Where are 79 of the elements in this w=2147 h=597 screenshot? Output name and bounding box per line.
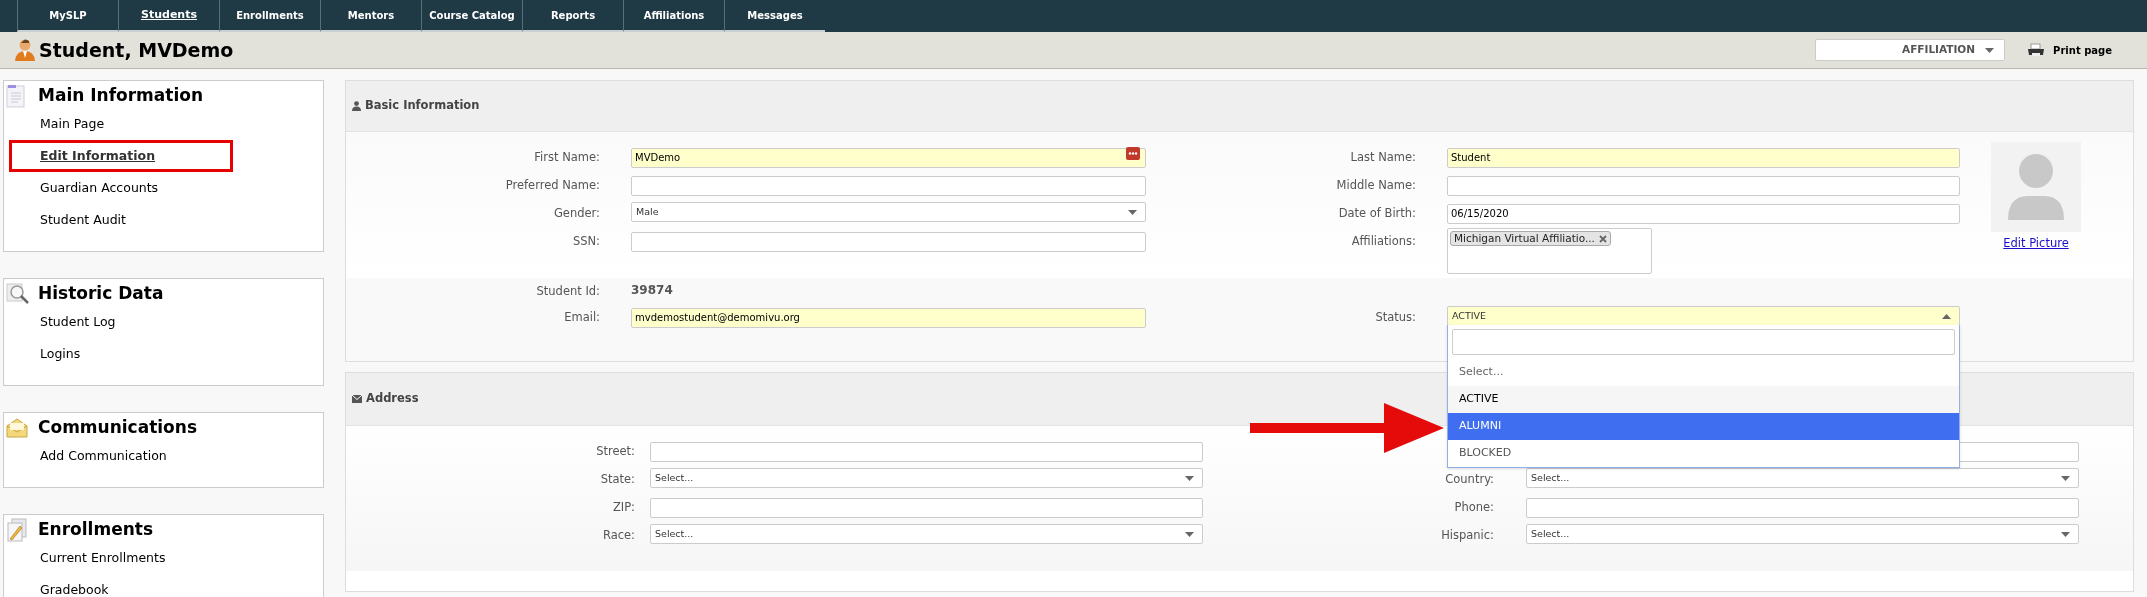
field-label: Middle Name: (1336, 178, 1416, 192)
field-label: SSN: (572, 234, 600, 248)
printer-icon (2027, 43, 2046, 57)
text-field[interactable] (631, 231, 1146, 252)
field-label: Status: (1375, 310, 1416, 324)
affiliation-tag[interactable]: Michigan Virtual Affiliatio... (1450, 231, 1611, 246)
field-label: Last Name: (1350, 150, 1416, 164)
field-label: Email: (564, 310, 600, 324)
envelope-icon (352, 395, 362, 403)
caret-icon (1985, 47, 1995, 53)
text-field[interactable]: Student (1447, 147, 1960, 168)
field-label: Date of Birth: (1338, 206, 1416, 220)
affiliation-dropdown[interactable]: AFFILIATION (1815, 39, 2006, 61)
sidebar-link[interactable]: Student Log (9, 306, 233, 338)
text-field[interactable] (1526, 497, 2079, 518)
field-label: Preferred Name: (505, 178, 600, 192)
dropdown-field[interactable]: ACTIVE (1447, 306, 1960, 326)
dropdown-option[interactable]: BLOCKED (1448, 440, 1959, 467)
sidebar-link[interactable]: Edit Information (9, 140, 233, 172)
person-icon (14, 38, 36, 62)
dropdown-field[interactable]: Male (631, 202, 1146, 222)
user-icon (352, 101, 361, 111)
dropdown-option[interactable]: ALUMNI (1448, 413, 1959, 440)
text-field[interactable] (650, 441, 1203, 462)
field-label: Country: (1445, 472, 1494, 486)
field-label: First Name: (534, 150, 600, 164)
section-heading: Communications (38, 416, 198, 440)
text-field[interactable]: 06/15/2020 (1447, 203, 1960, 224)
affiliations-field[interactable]: Michigan Virtual Affiliatio... (1447, 228, 1652, 274)
field-label: Gender: (553, 206, 600, 220)
caret-icon (1185, 475, 1194, 481)
section-heading: Historic Data (38, 282, 164, 306)
field-label: Student Id: (536, 284, 600, 298)
dots-icon[interactable] (1126, 147, 1140, 160)
search-icon (6, 282, 30, 306)
field-label: State: (600, 472, 635, 486)
search-field[interactable] (1452, 329, 1955, 355)
text-field[interactable] (650, 497, 1203, 518)
panel-title: Address (366, 390, 419, 408)
caret-icon (1185, 531, 1194, 537)
envelope-icon (6, 417, 28, 439)
dropdown-field[interactable]: Select... (1526, 524, 2079, 544)
sidebar-link[interactable]: Student Audit (9, 204, 233, 236)
field-label: Race: (602, 528, 635, 542)
dropdown-field[interactable]: Select... (650, 524, 1203, 544)
sidebar-link[interactable]: Logins (9, 338, 233, 370)
sidebar-link[interactable]: Guardian Accounts (9, 172, 233, 204)
edit-document-icon (6, 518, 28, 542)
field-label: ZIP: (612, 500, 635, 514)
edit-picture-link[interactable]: Edit Picture (2003, 235, 2069, 253)
print-button[interactable]: Print page (2027, 42, 2112, 58)
field-label: Phone: (1454, 500, 1494, 514)
document-icon (6, 84, 26, 108)
section-heading: Main Information (38, 84, 204, 108)
sidebar-link[interactable]: Add Communication (9, 440, 233, 472)
caret-icon (2061, 531, 2070, 537)
caret-icon (2061, 475, 2070, 481)
text-field[interactable] (631, 175, 1146, 196)
page-title: Student, MVDemo (39, 37, 234, 63)
text-field[interactable]: mvdemostudent@demomivu.org (631, 307, 1146, 328)
dropdown-option[interactable]: ACTIVE (1448, 386, 1959, 413)
sidebar-link[interactable]: Gradebook (9, 574, 233, 597)
student-id-value: 39874 (631, 282, 673, 299)
close-icon[interactable] (1598, 234, 1607, 243)
avatar-icon (2008, 154, 2064, 220)
field-label: Street: (596, 444, 635, 458)
sidebar-link[interactable]: Main Page (9, 108, 233, 140)
field-label: Hispanic: (1441, 528, 1494, 542)
dropdown-field[interactable]: Select... (1526, 468, 2079, 488)
caret-icon (1942, 313, 1951, 319)
dropdown-field[interactable]: Select... (650, 468, 1203, 488)
text-field[interactable]: MVDemo (631, 147, 1146, 168)
field-label: Affiliations: (1351, 234, 1416, 248)
sidebar-link[interactable]: Current Enrollments (9, 542, 233, 574)
panel-title: Basic Information (365, 97, 480, 115)
section-heading: Enrollments (38, 518, 154, 542)
caret-icon (1128, 209, 1137, 215)
dropdown-option[interactable]: Select... (1448, 359, 1959, 386)
text-field[interactable] (1447, 175, 1960, 196)
